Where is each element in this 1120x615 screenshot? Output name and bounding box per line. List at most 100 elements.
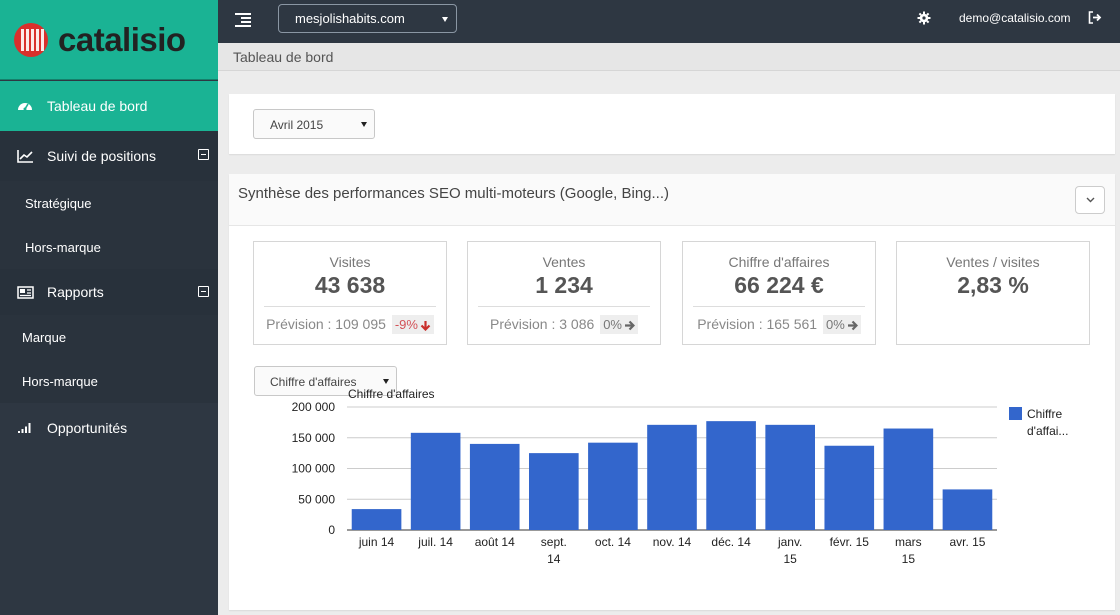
collapse-toggle-icon[interactable] <box>198 149 209 160</box>
y-tick-label: 0 <box>328 523 335 537</box>
sidebar-item-label: Suivi de positions <box>47 148 156 164</box>
bar <box>824 445 875 530</box>
chart-title: Chiffre d'affaires <box>348 387 435 401</box>
kpi-label: Ventes / visites <box>946 254 1040 270</box>
site-select-value: mesjolishabits.com <box>295 11 405 26</box>
period-select-value: Avril 2015 <box>270 118 324 132</box>
y-tick-label: 150 000 <box>292 431 336 445</box>
kpi-value: 66 224 € <box>734 272 824 298</box>
x-tick-label: juin 14 <box>358 535 395 549</box>
sidebar-item-label: Rapports <box>47 284 104 300</box>
chevron-down-icon <box>361 122 367 127</box>
x-tick-label: 14 <box>547 552 561 566</box>
kpi-forecast: Prévision : 3 086 0% <box>468 315 660 334</box>
report-icon <box>16 283 34 301</box>
x-tick-label: févr. 15 <box>830 535 870 549</box>
top-bar: mesjolishabits.com demo@catalisio.com <box>218 0 1120 43</box>
x-tick-label: mars <box>895 535 922 549</box>
kpi-label: Chiffre d'affaires <box>728 254 830 270</box>
sidebar-item-suivi-de-positions[interactable]: Suivi de positions <box>0 131 218 181</box>
seo-performance-panel: Synthèse des performances SEO multi-mote… <box>229 174 1115 610</box>
site-select[interactable]: mesjolishabits.com <box>278 4 457 33</box>
bar <box>351 509 402 530</box>
arrow-right-icon <box>624 320 635 331</box>
collapse-toggle-icon[interactable] <box>198 286 209 297</box>
dashboard-icon <box>16 97 34 115</box>
menu-toggle-icon[interactable] <box>235 13 251 27</box>
divider <box>264 306 436 307</box>
arrow-right-icon <box>847 320 858 331</box>
y-tick-label: 50 000 <box>298 492 335 506</box>
sidebar-item-rapports[interactable]: Rapports <box>0 269 218 315</box>
divider <box>478 306 650 307</box>
bar <box>647 424 697 530</box>
kpi-card-ventes-visites: Ventes / visites 2,83 % <box>896 241 1090 345</box>
bar <box>706 421 756 530</box>
x-tick-label: nov. 14 <box>653 535 692 549</box>
signal-icon <box>16 419 34 437</box>
kpi-card-chiffre-affaires: Chiffre d'affaires 66 224 € Prévision : … <box>682 241 876 345</box>
x-tick-label: oct. 14 <box>595 535 631 549</box>
user-email[interactable]: demo@catalisio.com <box>959 11 1071 25</box>
kpi-value: 1 234 <box>535 272 593 298</box>
sidebar-subitem-strategique[interactable]: Stratégique <box>0 181 218 225</box>
bar <box>765 424 815 530</box>
period-card: Avril 2015 <box>229 94 1115 154</box>
x-tick-label: janv. <box>777 535 802 549</box>
chevron-down-icon <box>383 379 389 384</box>
delta-badge: 0% <box>822 315 861 334</box>
chevron-down-icon <box>442 17 448 22</box>
sidebar-item-tableau-de-bord[interactable]: Tableau de bord <box>0 81 218 131</box>
collapse-panel-button[interactable] <box>1075 186 1105 214</box>
delta-value: 0% <box>603 317 622 332</box>
kpi-forecast: Prévision : 109 095 -9% <box>254 315 446 334</box>
bar <box>942 489 993 530</box>
chevron-down-icon <box>1086 197 1095 203</box>
legend-swatch <box>1009 407 1022 420</box>
logout-icon[interactable] <box>1088 11 1102 24</box>
kpi-label: Visites <box>329 254 371 270</box>
x-tick-label: sept. <box>541 535 567 549</box>
kpi-card-visites: Visites 43 638 Prévision : 109 095 -9% <box>253 241 447 345</box>
x-tick-label: déc. 14 <box>711 535 751 549</box>
submenu-suivi-de-positions: Stratégique Hors-marque <box>0 181 218 269</box>
sidebar-item-label: Tableau de bord <box>47 98 148 114</box>
bar <box>529 453 579 530</box>
brand-name: catalisio <box>58 20 186 58</box>
delta-value: 0% <box>825 317 845 332</box>
kpi-card-ventes: Ventes 1 234 Prévision : 3 086 0% <box>467 241 661 345</box>
forecast-label: Prévision : 109 095 <box>266 316 386 332</box>
x-tick-label: juil. 14 <box>417 535 453 549</box>
kpi-label: Ventes <box>542 254 586 270</box>
line-chart-icon <box>16 147 34 165</box>
x-tick-label: août 14 <box>475 535 515 549</box>
revenue-bar-chart: Chiffre d'affaires 200 000 150 000 100 000 5… <box>292 387 1069 566</box>
forecast-label: Prévision : 165 561 <box>697 316 818 332</box>
x-tick-label: avr. 15 <box>949 535 985 549</box>
delta-value: -9% <box>394 317 418 332</box>
legend-label: Chiffre <box>1027 407 1062 421</box>
kpi-value: 2,83 % <box>957 272 1029 298</box>
x-tick-label: 15 <box>902 552 916 566</box>
sidebar-item-opportunites[interactable]: Opportunités <box>0 403 218 453</box>
kpi-forecast: Prévision : 165 561 0% <box>683 315 875 334</box>
submenu-rapports: Marque Hors-marque <box>0 315 218 403</box>
period-select[interactable]: Avril 2015 <box>253 109 375 139</box>
legend-label: d'affai... <box>1027 424 1068 438</box>
catalisio-logo-icon <box>14 22 48 57</box>
divider <box>693 306 865 307</box>
sidebar-item-label: Opportunités <box>47 420 128 436</box>
bar <box>410 432 461 530</box>
metric-select-value: Chiffre d'affaires <box>270 375 357 389</box>
bar <box>883 428 934 530</box>
gear-icon[interactable] <box>917 11 931 25</box>
logo[interactable]: catalisio <box>0 0 218 80</box>
sidebar-subitem-hors-marque[interactable]: Hors-marque <box>0 359 218 403</box>
panel-header: Synthèse des performances SEO multi-mote… <box>229 174 1115 226</box>
sidebar-subitem-hors-marque[interactable]: Hors-marque <box>0 225 218 269</box>
sidebar-subitem-marque[interactable]: Marque <box>0 315 218 359</box>
x-tick-label: 15 <box>784 552 798 566</box>
delta-badge: -9% <box>391 315 434 334</box>
y-tick-label: 200 000 <box>292 400 336 414</box>
arrow-down-icon <box>420 321 431 332</box>
